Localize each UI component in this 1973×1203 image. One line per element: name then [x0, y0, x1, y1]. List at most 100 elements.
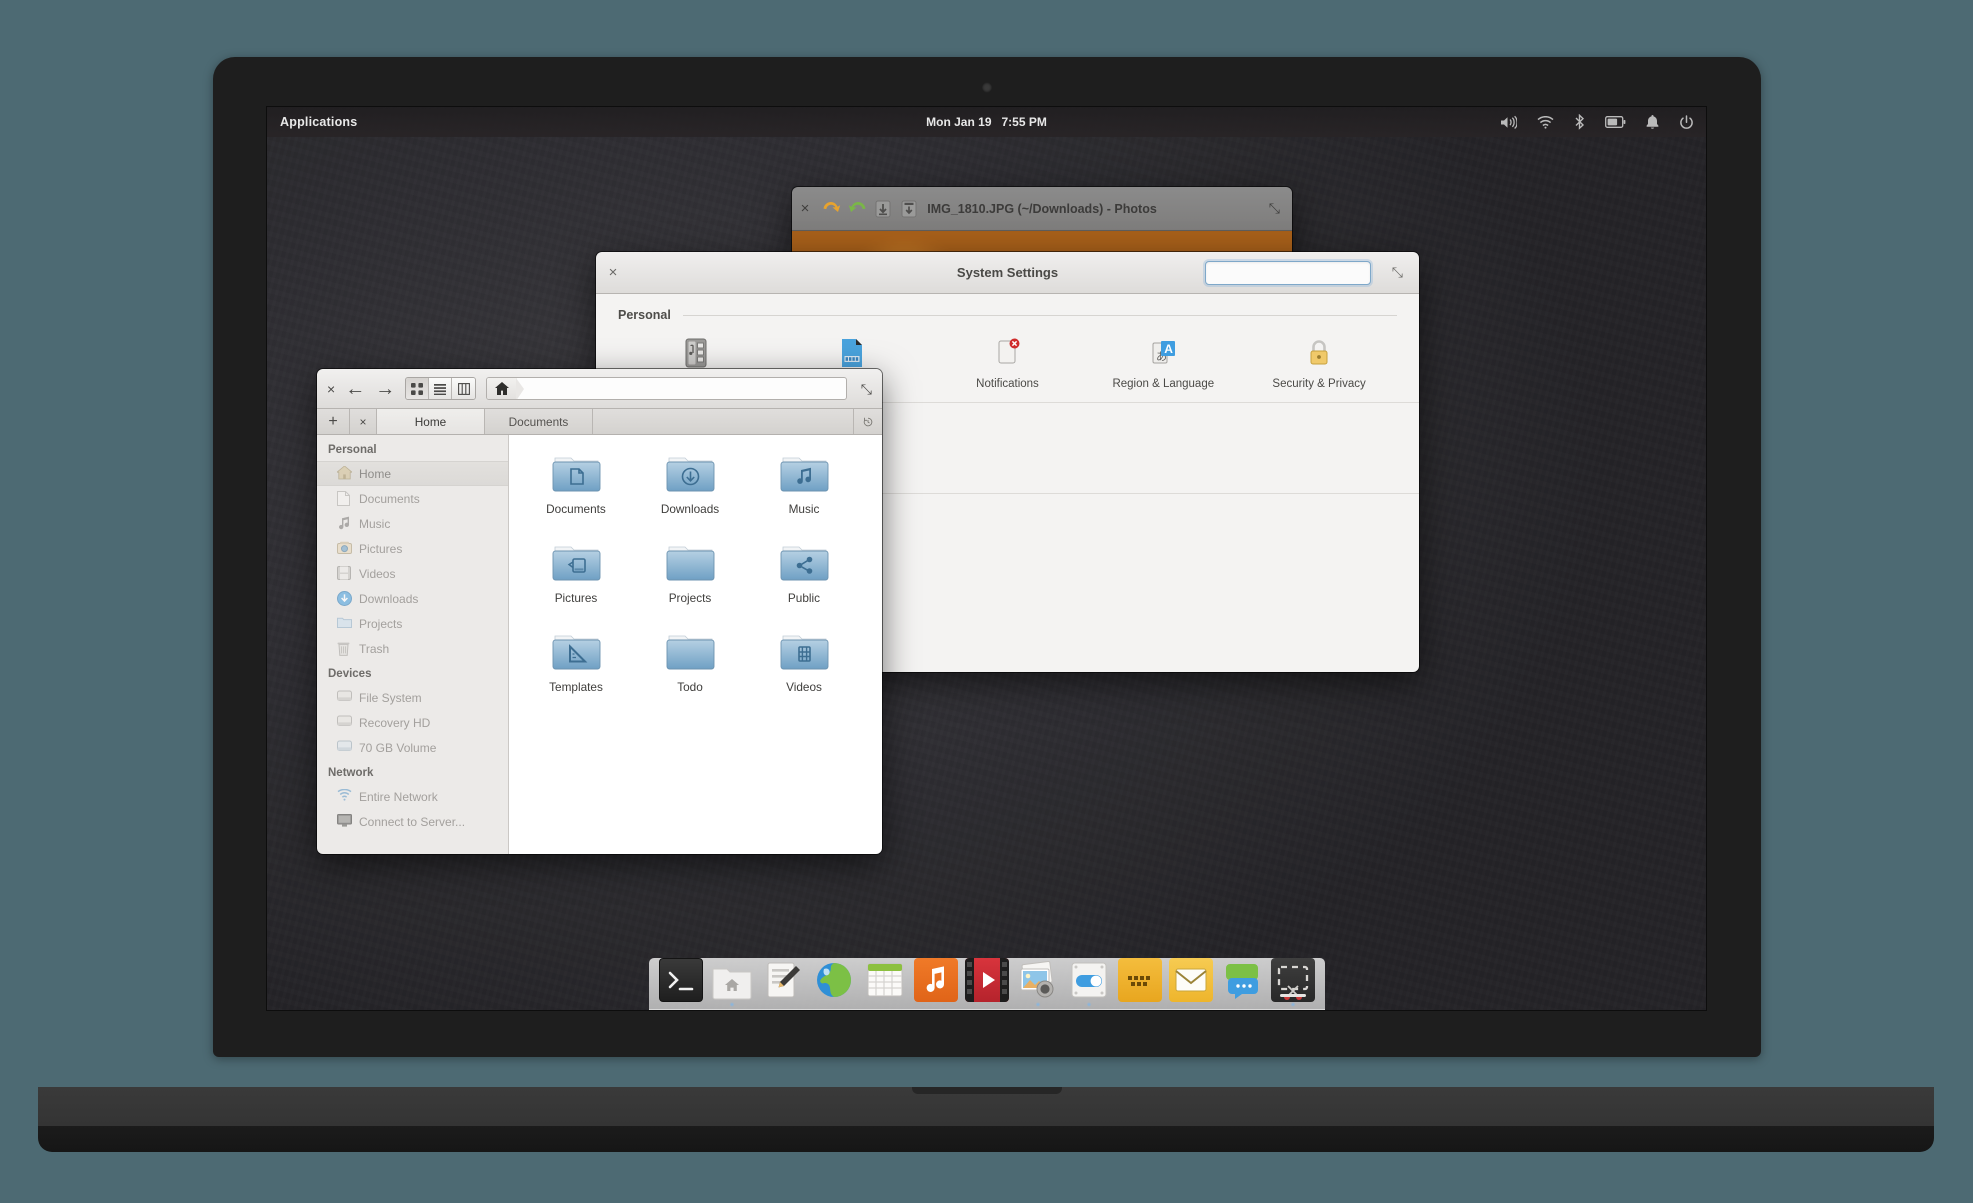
dock-item-text-editor[interactable]: [761, 958, 805, 1002]
dock-item-system-settings[interactable]: [1067, 958, 1111, 1002]
dock-item-mail[interactable]: [1169, 958, 1213, 1002]
security-privacy-icon: [1302, 336, 1336, 370]
file-item-projects[interactable]: Projects: [633, 542, 747, 605]
file-item-videos[interactable]: Videos: [747, 631, 861, 694]
files-forward-button[interactable]: →: [375, 379, 395, 399]
battery-icon[interactable]: [1605, 116, 1626, 128]
file-item-pictures[interactable]: Pictures: [519, 542, 633, 605]
photos-titlebar[interactable]: ×: [792, 187, 1292, 231]
dock-item-video[interactable]: [965, 958, 1009, 1002]
panel-clock[interactable]: Mon Jan 19 7:55 PM: [926, 115, 1047, 129]
settings-item-security-privacy[interactable]: Security & Privacy: [1241, 336, 1397, 390]
dock-item-messages[interactable]: [1220, 958, 1264, 1002]
files-back-button[interactable]: ←: [345, 379, 365, 399]
sidebar-item-projects[interactable]: Projects: [317, 611, 508, 636]
files-main: Personal Home Documents: [317, 435, 882, 854]
files-icon: [710, 958, 754, 1002]
settings-section-header: Personal: [618, 294, 1397, 322]
applications-icon: [679, 336, 713, 370]
files-tab-bar[interactable]: + × Home Documents: [317, 409, 882, 435]
dock-item-terminal[interactable]: [659, 958, 703, 1002]
file-item-todo[interactable]: Todo: [633, 631, 747, 694]
file-item-templates[interactable]: Templates: [519, 631, 633, 694]
sidebar-item-connect-to-server[interactable]: Connect to Server...: [317, 809, 508, 834]
new-tab-button[interactable]: +: [317, 409, 350, 434]
sidebar-item-downloads[interactable]: Downloads: [317, 586, 508, 611]
files-sidebar[interactable]: Personal Home Documents: [317, 435, 509, 854]
section-rule: [683, 315, 1397, 316]
sidebar-item-recovery-hd[interactable]: Recovery HD: [317, 710, 508, 735]
settings-close-button[interactable]: ×: [596, 265, 630, 280]
messages-icon: [1220, 958, 1264, 1002]
file-item-label: Music: [789, 502, 820, 516]
list-view-icon[interactable]: [429, 378, 452, 399]
files-icon-view[interactable]: Documents: [509, 435, 882, 854]
volume-icon[interactable]: [1500, 115, 1517, 130]
sidebar-item-documents[interactable]: Documents: [317, 486, 508, 511]
settings-item-region-language[interactable]: あ A Region & Language: [1085, 336, 1241, 390]
sidebar-item-music[interactable]: Music: [317, 511, 508, 536]
column-view-icon[interactable]: [452, 378, 475, 399]
wifi-icon[interactable]: [1537, 116, 1554, 129]
home-breadcrumb-icon[interactable]: [487, 378, 517, 399]
files-maximize-button[interactable]: ⤡: [861, 382, 872, 396]
file-item-label: Projects: [669, 591, 712, 605]
files-titlebar[interactable]: × ← →: [317, 369, 882, 409]
bluetooth-icon[interactable]: [1574, 114, 1585, 130]
flip-vertical-icon[interactable]: [896, 196, 922, 222]
tab-documents[interactable]: Documents: [485, 409, 593, 434]
section-title-personal: Personal: [618, 308, 671, 322]
file-item-documents[interactable]: Documents: [519, 453, 633, 516]
photos-close-button[interactable]: ×: [792, 196, 818, 222]
sidebar-item-70gb-volume[interactable]: 70 GB Volume: [317, 735, 508, 760]
settings-search-box[interactable]: [1205, 261, 1371, 285]
grid-view-icon[interactable]: [406, 378, 429, 399]
settings-item-notifications[interactable]: Notifications: [930, 336, 1086, 390]
file-item-public[interactable]: Public: [747, 542, 861, 605]
sidebar-item-pictures[interactable]: Pictures: [317, 536, 508, 561]
document-icon: [337, 491, 352, 506]
dock-item-web-browser[interactable]: [812, 958, 856, 1002]
photos-maximize-button[interactable]: ⤡: [1269, 200, 1280, 218]
dock-item-screenshot[interactable]: [1271, 958, 1315, 1002]
sidebar-item-home[interactable]: Home: [317, 461, 508, 486]
settings-maximize-button[interactable]: ⤡: [1392, 264, 1403, 282]
files-window[interactable]: × ← →: [317, 369, 882, 854]
sidebar-item-entire-network[interactable]: Entire Network: [317, 784, 508, 809]
rotate-left-icon[interactable]: [818, 196, 844, 222]
folder-documents-icon: [552, 453, 601, 493]
scratch-icon: [1118, 958, 1162, 1002]
sidebar-item-videos[interactable]: Videos: [317, 561, 508, 586]
view-mode-switcher[interactable]: [405, 377, 476, 400]
sidebar-item-label: Connect to Server...: [359, 815, 465, 829]
sidebar-item-label: Trash: [359, 642, 389, 656]
photos-icon: [1016, 958, 1060, 1002]
dock-item-photos[interactable]: [1016, 958, 1060, 1002]
file-item-downloads[interactable]: Downloads: [633, 453, 747, 516]
path-bar[interactable]: [486, 377, 847, 400]
sidebar-item-trash[interactable]: Trash: [317, 636, 508, 661]
running-indicator: [729, 1002, 734, 1007]
dock-item-scratch[interactable]: [1118, 958, 1162, 1002]
sidebar-item-file-system[interactable]: File System: [317, 685, 508, 710]
file-item-music[interactable]: Music: [747, 453, 861, 516]
notifications-bell-icon[interactable]: [1646, 115, 1659, 130]
dock-item-files[interactable]: [710, 958, 754, 1002]
close-tab-button[interactable]: ×: [350, 409, 377, 434]
web-browser-icon: [812, 958, 856, 1002]
videos-icon: [337, 566, 352, 581]
applications-menu-button[interactable]: Applications: [280, 115, 357, 129]
settings-titlebar[interactable]: × System Settings ⤡: [596, 252, 1419, 294]
dock-item-calendar[interactable]: [863, 958, 907, 1002]
search-input[interactable]: [1222, 266, 1377, 280]
files-close-button[interactable]: ×: [327, 382, 335, 396]
power-icon[interactable]: [1679, 115, 1694, 130]
dock-item-music[interactable]: [914, 958, 958, 1002]
network-icon: [337, 789, 352, 804]
flip-horizontal-icon[interactable]: [870, 196, 896, 222]
dock[interactable]: [649, 958, 1325, 1010]
screenshot-icon: [1271, 958, 1315, 1002]
history-icon[interactable]: [854, 409, 882, 434]
rotate-right-icon[interactable]: [844, 196, 870, 222]
tab-home[interactable]: Home: [377, 409, 485, 434]
